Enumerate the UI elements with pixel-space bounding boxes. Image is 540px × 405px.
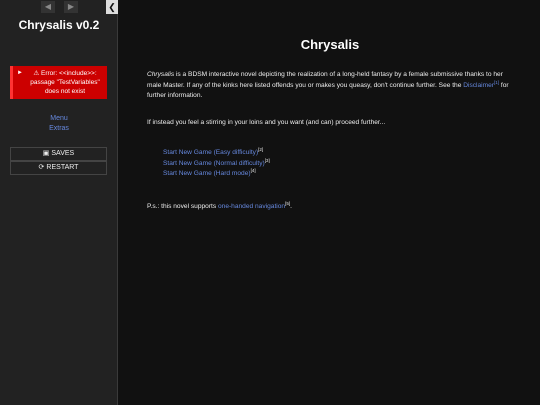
chevron-left-icon: ❮ bbox=[108, 2, 116, 12]
disclaimer-link[interactable]: Disclaimer bbox=[463, 82, 494, 89]
stirring-paragraph: If instead you feel a stirring in your l… bbox=[147, 119, 386, 126]
arrow-left-icon: ◀ bbox=[44, 2, 52, 11]
saves-button[interactable]: ▣ SAVES bbox=[10, 147, 107, 161]
expand-error-button[interactable]: ► bbox=[17, 69, 23, 78]
start-normal-ref: [3] bbox=[264, 157, 270, 163]
error-message: ► ⚠ Error: <<include>>: passage "TestVar… bbox=[10, 66, 107, 99]
start-links: Start New Game (Easy difficulty)[2] Star… bbox=[163, 146, 270, 180]
start-easy-item: Start New Game (Easy difficulty)[2] bbox=[163, 146, 270, 159]
start-hard-ref: [4] bbox=[250, 167, 256, 173]
passage-title: Chrysalis bbox=[300, 37, 360, 52]
start-hard-item: Start New Game (Hard mode)[4] bbox=[163, 167, 270, 180]
saves-label: SAVES bbox=[51, 150, 75, 157]
start-easy-link[interactable]: Start New Game (Easy difficulty) bbox=[163, 149, 258, 156]
story-title: Chrysalis v0.2 bbox=[18, 18, 100, 32]
intro-paragraph: Chrysalis is a BDSM interactive novel de… bbox=[147, 70, 517, 102]
intro-text: is a BDSM interactive novel depicting th… bbox=[147, 71, 503, 89]
one-handed-navigation-link[interactable]: one-handed navigation bbox=[218, 203, 285, 210]
floppy-disk-icon: ▣ bbox=[42, 150, 50, 157]
restart-button[interactable]: ⟳ RESTART bbox=[10, 161, 107, 175]
error-line-1: Error: <<include>>: bbox=[40, 70, 97, 77]
restart-icon: ⟳ bbox=[38, 164, 45, 171]
start-easy-ref: [2] bbox=[258, 146, 264, 152]
ps-paragraph: P.s.: this novel supports one-handed nav… bbox=[147, 201, 292, 213]
error-line-3: does not exist bbox=[44, 88, 86, 95]
ps-tail: . bbox=[290, 203, 292, 210]
extras-link[interactable]: Extras bbox=[0, 124, 118, 134]
arrow-right-icon: ▶ bbox=[67, 2, 75, 11]
history-forward-button[interactable]: ▶ bbox=[64, 1, 78, 13]
error-line-2: passage "TestVariables" bbox=[30, 79, 100, 86]
warning-icon: ⚠ bbox=[33, 70, 40, 77]
restart-label: RESTART bbox=[46, 164, 79, 171]
start-normal-link[interactable]: Start New Game (Normal difficulty) bbox=[163, 160, 265, 167]
ui-bar: ◀ ▶ ❮ Chrysalis v0.2 ► ⚠ Error: <<includ… bbox=[0, 0, 118, 405]
history-back-button[interactable]: ◀ bbox=[41, 1, 55, 13]
ps-text: P.s.: this novel supports bbox=[147, 203, 218, 210]
stow-sidebar-button[interactable]: ❮ bbox=[106, 0, 118, 14]
intro-title-em: Chrysalis bbox=[147, 71, 175, 78]
menu-link[interactable]: Menu bbox=[0, 114, 118, 124]
start-hard-link[interactable]: Start New Game (Hard mode) bbox=[163, 170, 251, 177]
story-menu: Menu Extras bbox=[0, 114, 118, 134]
